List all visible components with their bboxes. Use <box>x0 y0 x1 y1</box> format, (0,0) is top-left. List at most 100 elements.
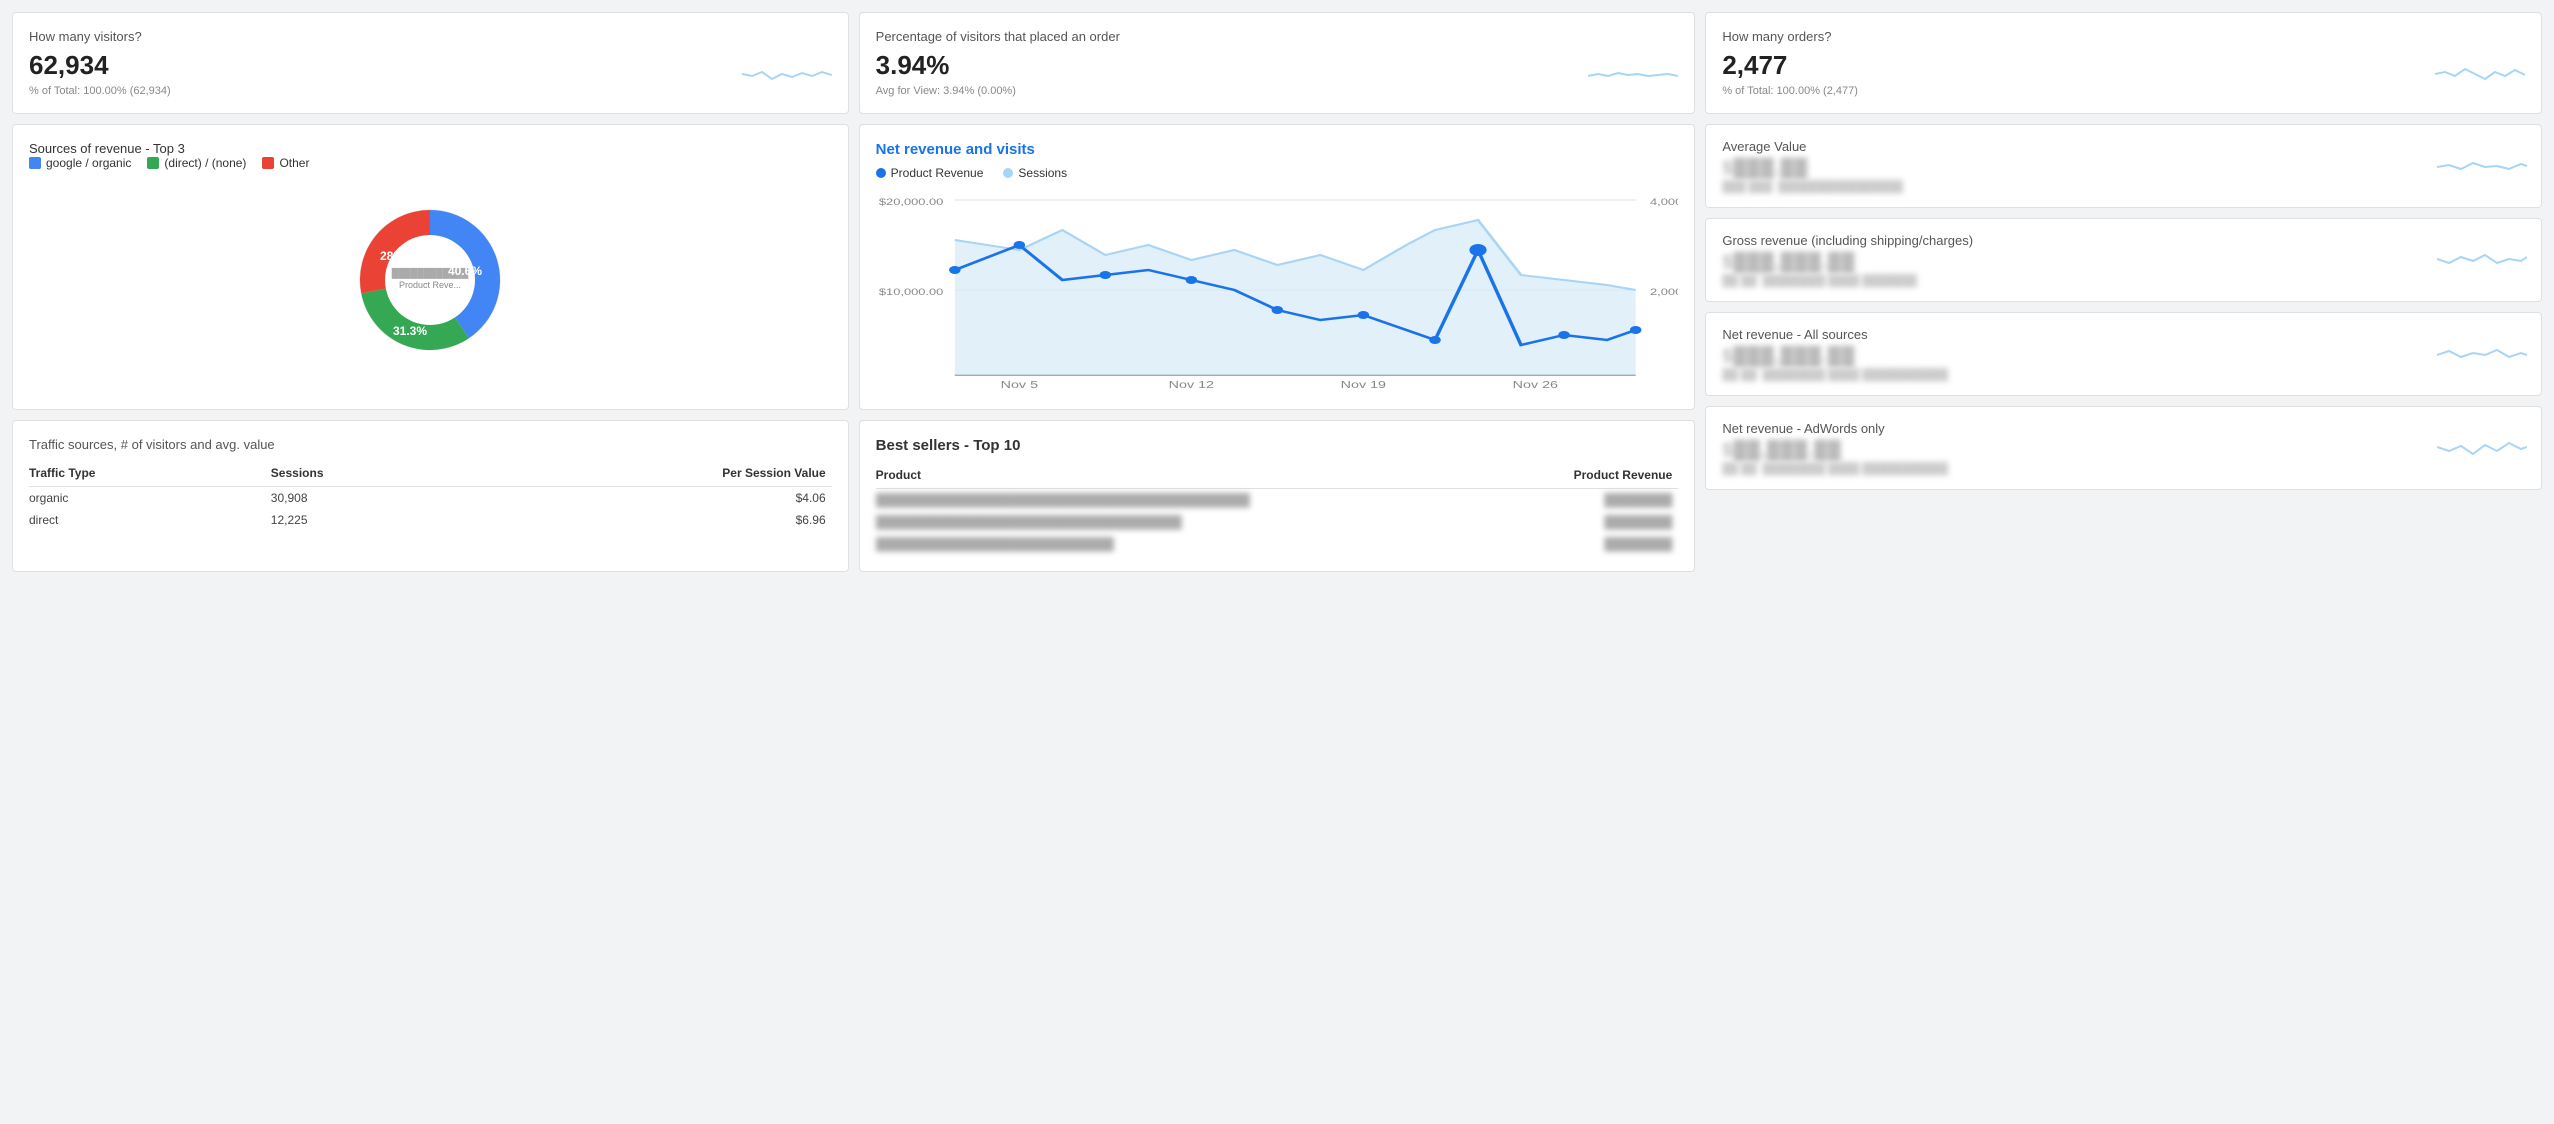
orders-subtitle: % of Total: 100.00% (2,477) <box>1722 85 2525 97</box>
average-value-card: Average Value $███.██ ███ ███: █████████… <box>1705 124 2542 208</box>
orders-card: How many orders? 2,477 % of Total: 100.0… <box>1705 12 2542 114</box>
bs-row-2: ████████████████████████████████████ ███… <box>876 511 1679 533</box>
bestsellers-title: Best sellers - Top 10 <box>876 437 1679 454</box>
bs-col-revenue: Product Revenue <box>1460 464 1678 489</box>
legend-other: Other <box>262 156 309 170</box>
traffic-title: Traffic sources, # of visitors and avg. … <box>29 437 832 452</box>
sources-card: Sources of revenue - Top 3 google / orga… <box>12 124 849 410</box>
net-rev-all-sparkline <box>2437 335 2527 373</box>
gross-rev-value: $███,███.██ <box>1722 252 2525 273</box>
svg-text:$20,000.00: $20,000.00 <box>879 198 943 208</box>
bs-revenue-2: ████████ <box>1460 511 1678 533</box>
svg-text:Nov 12: Nov 12 <box>1168 379 1214 390</box>
traffic-sessions-organic: 30,908 <box>271 487 467 510</box>
donut-center-bottom: Product Reve... <box>399 280 461 290</box>
visitors-sparkline <box>742 54 832 97</box>
gross-rev-sparkline <box>2437 241 2527 279</box>
conversion-value: 3.94% <box>876 50 1679 81</box>
legend-label-google: google / organic <box>46 156 131 170</box>
avg-value-sparkline <box>2437 147 2527 185</box>
dot-4 <box>1271 306 1282 314</box>
gross-revenue-card: Gross revenue (including shipping/charge… <box>1705 218 2542 302</box>
svg-text:Nov 19: Nov 19 <box>1340 379 1386 390</box>
dot-1 <box>1013 241 1024 249</box>
legend-dot-google <box>29 157 41 169</box>
net-rev-adwords-value: $██,███.██ <box>1722 440 2525 461</box>
traffic-table: Traffic Type Sessions Per Session Value … <box>29 462 832 531</box>
net-rev-all-value: $███,███.██ <box>1722 346 2525 367</box>
traffic-type-organic: organic <box>29 487 271 510</box>
legend-direct: (direct) / (none) <box>147 156 246 170</box>
label-product-revenue: Product Revenue <box>891 166 984 180</box>
dot-6 <box>1429 336 1440 344</box>
legend-label-direct: (direct) / (none) <box>164 156 246 170</box>
net-revenue-card: Net revenue and visits Product Revenue S… <box>859 124 1696 410</box>
bestsellers-table: Product Product Revenue ████████████████… <box>876 464 1679 555</box>
gross-rev-title: Gross revenue (including shipping/charge… <box>1722 233 2525 248</box>
net-revenue-legend: Product Revenue Sessions <box>876 166 1679 180</box>
legend-dot-direct <box>147 157 159 169</box>
dot-sessions <box>1003 168 1013 178</box>
conversion-card: Percentage of visitors that placed an or… <box>859 12 1696 114</box>
bs-product-1: ████████████████████████████████████████… <box>876 489 1460 512</box>
bs-row-3: ████████████████████████████ ████████ <box>876 533 1679 555</box>
net-rev-all-subtitle: ██ ██: ████████ ████ ███████████ <box>1722 369 2525 381</box>
visitors-value: 62,934 <box>29 50 832 81</box>
svg-text:Nov 26: Nov 26 <box>1512 379 1558 390</box>
col-per-session-value: Per Session Value <box>467 462 832 487</box>
net-revenue-title: Net revenue and visits <box>876 141 1679 158</box>
traffic-row-direct: direct 12,225 $6.96 <box>29 509 832 531</box>
bs-row-1: ████████████████████████████████████████… <box>876 489 1679 512</box>
avg-value-value: $███.██ <box>1722 158 2525 179</box>
dot-8 <box>1558 331 1569 339</box>
bs-revenue-3: ████████ <box>1460 533 1678 555</box>
visitors-subtitle: % of Total: 100.00% (62,934) <box>29 85 832 97</box>
dot-product-revenue <box>876 168 886 178</box>
sources-legend: google / organic (direct) / (none) Other <box>29 156 832 170</box>
traffic-value-direct: $6.96 <box>467 509 832 531</box>
legend-dot-other <box>262 157 274 169</box>
avg-value-subtitle: ███ ███: ████████████████ <box>1722 181 2525 193</box>
donut-pct-direct: 31.3% <box>393 324 427 338</box>
net-rev-adwords-subtitle: ██ ██: ████████ ████ ███████████ <box>1722 463 2525 475</box>
net-rev-all-title: Net revenue - All sources <box>1722 327 2525 342</box>
dot-2 <box>1099 271 1110 279</box>
conversion-subtitle: Avg for View: 3.94% (0.00%) <box>876 85 1679 97</box>
legend-label-other: Other <box>279 156 309 170</box>
traffic-sessions-direct: 12,225 <box>271 509 467 531</box>
visitors-card: How many visitors? 62,934 % of Total: 10… <box>12 12 849 114</box>
traffic-type-direct: direct <box>29 509 271 531</box>
conversion-sparkline <box>1588 54 1678 97</box>
visitors-title: How many visitors? <box>29 29 832 44</box>
orders-sparkline <box>2435 54 2525 97</box>
traffic-card: Traffic sources, # of visitors and avg. … <box>12 420 849 572</box>
svg-text:4,000: 4,000 <box>1650 198 1679 208</box>
donut-pct-google: 40.6% <box>448 264 482 278</box>
gross-rev-subtitle: ██ ██: ████████ ████ ███████ <box>1722 275 2525 287</box>
net-revenue-all-card: Net revenue - All sources $███,███.██ ██… <box>1705 312 2542 396</box>
legend-google: google / organic <box>29 156 131 170</box>
traffic-row-organic: organic 30,908 $4.06 <box>29 487 832 510</box>
net-revenue-chart: $20,000.00 $10,000.00 4,000 2,000 <box>876 190 1679 393</box>
net-revenue-adwords-card: Net revenue - AdWords only $██,███.██ ██… <box>1705 406 2542 490</box>
dot-9 <box>1630 326 1641 334</box>
bestsellers-card: Best sellers - Top 10 Product Product Re… <box>859 420 1696 572</box>
donut-chart-container: ████████████ Product Reve... 28% 40.6% 3… <box>29 180 832 380</box>
net-rev-adwords-title: Net revenue - AdWords only <box>1722 421 2525 436</box>
sessions-area <box>954 220 1635 375</box>
bs-col-product: Product <box>876 464 1460 489</box>
dot-7 <box>1469 244 1486 256</box>
dot-3 <box>1185 276 1196 284</box>
donut-chart: ████████████ Product Reve... 28% 40.6% 3… <box>310 180 550 380</box>
sources-title: Sources of revenue - Top 3 <box>29 141 832 156</box>
col-sessions: Sessions <box>271 462 467 487</box>
legend-sessions: Sessions <box>1003 166 1067 180</box>
orders-value: 2,477 <box>1722 50 2525 81</box>
right-metrics: Average Value $███.██ ███ ███: █████████… <box>1705 124 2542 572</box>
legend-product-revenue: Product Revenue <box>876 166 984 180</box>
donut-pct-other: 28% <box>380 249 404 263</box>
svg-text:Nov 5: Nov 5 <box>1000 379 1038 390</box>
traffic-value-organic: $4.06 <box>467 487 832 510</box>
orders-title: How many orders? <box>1722 29 2525 44</box>
bs-revenue-1: ████████ <box>1460 489 1678 512</box>
